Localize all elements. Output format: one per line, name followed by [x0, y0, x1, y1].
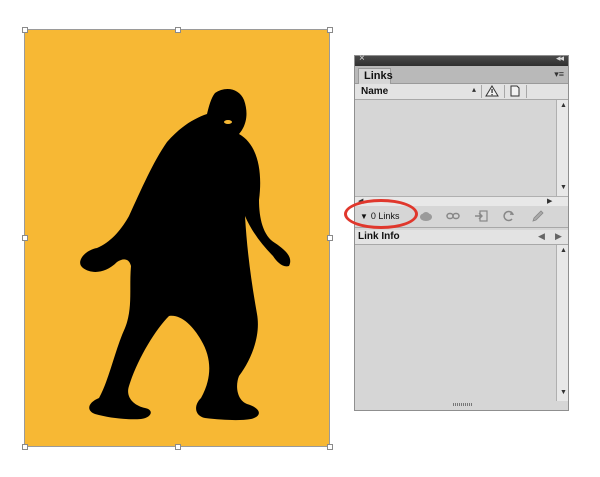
scroll-down-icon[interactable]: ▼	[560, 389, 567, 396]
goto-link-icon[interactable]	[474, 210, 488, 222]
links-panel: × ◂◂ Links ▾≡ Name ▴ ▲ ▼ ◀ ▶ ▼ 0 Links L…	[354, 53, 569, 411]
panel-menu-icon[interactable]: ▾≡	[554, 69, 564, 80]
close-icon[interactable]: ×	[359, 53, 365, 64]
link-info-area	[355, 245, 555, 401]
resize-handle-middle-left[interactable]	[22, 235, 28, 241]
artwork-canvas[interactable]	[25, 30, 330, 447]
resize-handle-top-center[interactable]	[175, 27, 181, 33]
column-divider	[526, 85, 527, 98]
link-info-vertical-scrollbar[interactable]: ▲ ▼	[556, 245, 568, 401]
warning-icon	[485, 85, 499, 97]
link-info-header[interactable]: Link Info ◀ ▶	[355, 230, 568, 245]
tab-links[interactable]: Links	[358, 68, 393, 84]
scroll-right-icon[interactable]: ▶	[547, 197, 552, 205]
page-icon	[510, 85, 520, 97]
next-link-icon[interactable]: ▶	[555, 231, 562, 242]
resize-handle-bottom-center[interactable]	[175, 444, 181, 450]
scroll-down-icon[interactable]: ▼	[560, 184, 567, 191]
previous-link-icon[interactable]: ◀	[538, 231, 545, 242]
collapse-icon[interactable]: ◂◂	[556, 53, 564, 64]
links-list-vertical-scrollbar[interactable]: ▲ ▼	[556, 100, 568, 196]
links-column-header: Name ▴	[355, 84, 568, 100]
edit-original-icon[interactable]	[531, 210, 545, 222]
resize-handle-middle-right[interactable]	[327, 235, 333, 241]
column-name[interactable]: Name	[361, 86, 388, 97]
sort-ascending-icon[interactable]: ▴	[472, 85, 476, 94]
column-page[interactable]	[504, 85, 523, 98]
scroll-up-icon[interactable]: ▲	[560, 247, 567, 254]
resize-handle-bottom-right[interactable]	[327, 444, 333, 450]
resize-handle-bottom-left[interactable]	[22, 444, 28, 450]
link-info-label: Link Info	[358, 231, 400, 242]
panel-title-bar[interactable]: × ◂◂	[355, 53, 568, 66]
column-status[interactable]	[481, 85, 500, 98]
bigfoot-silhouette	[80, 88, 291, 421]
resize-handle-top-left[interactable]	[22, 27, 28, 33]
panel-tab-bar: Links ▾≡	[355, 66, 568, 84]
scroll-up-icon[interactable]: ▲	[560, 102, 567, 109]
panel-resize-grip[interactable]	[453, 403, 473, 406]
relink-icon[interactable]	[446, 210, 460, 222]
update-link-icon[interactable]	[502, 210, 516, 222]
annotation-highlight-ellipse	[344, 199, 418, 229]
resize-handle-top-right[interactable]	[327, 27, 333, 33]
cloud-icon[interactable]	[419, 210, 433, 222]
links-list[interactable]	[355, 100, 555, 196]
